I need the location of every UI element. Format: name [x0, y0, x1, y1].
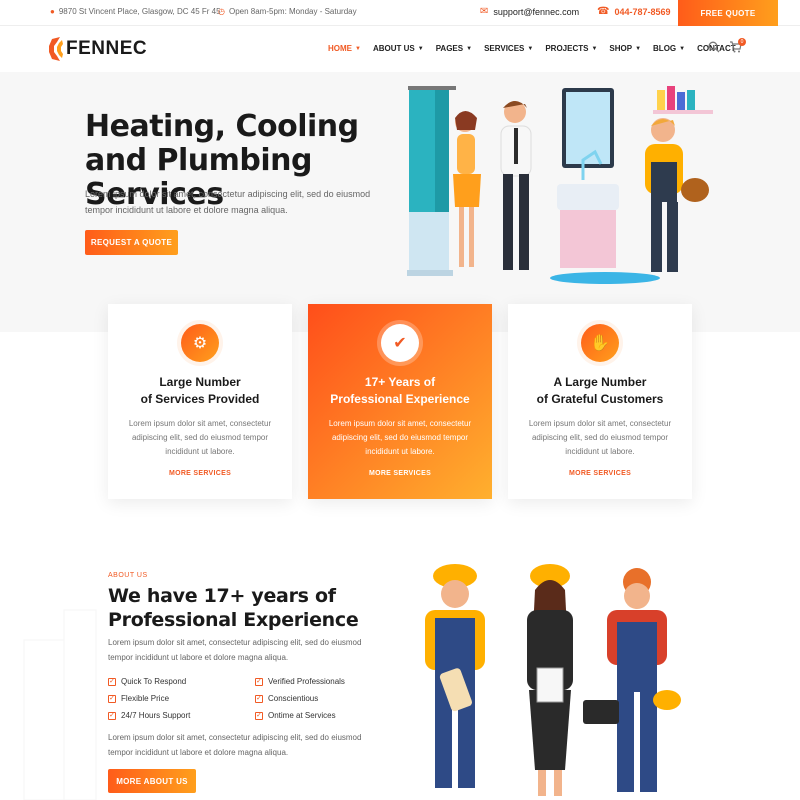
card-title-line: of Services Provided: [140, 392, 260, 406]
menu-label: PROJECTS: [545, 44, 589, 53]
phone-text: 044-787-8569: [614, 6, 671, 17]
free-quote-button[interactable]: FREE QUOTE: [678, 0, 778, 26]
menu-item-blog[interactable]: BLOG ▼: [653, 44, 685, 53]
menu-item-about[interactable]: ABOUT US ▼: [373, 44, 424, 53]
menu-item-services[interactable]: SERVICES ▼: [484, 44, 533, 53]
menu-item-shop[interactable]: SHOP ▼: [609, 44, 641, 53]
about-text-1: Lorem ipsum dolor sit amet, consectetur …: [108, 638, 362, 662]
hero-section: Heating, Cooling and Plumbing Services L…: [0, 72, 800, 332]
menu-label: SHOP: [609, 44, 633, 53]
check-icon: ✓: [108, 694, 116, 703]
hero-text: Lorem ipsum dolor sit amet, consectetur …: [85, 189, 371, 215]
clock-icon: ◷: [218, 7, 225, 16]
about-tag: ABOUT US: [108, 572, 148, 579]
check-icon: ✓: [255, 711, 263, 720]
feature-item: ✓ Ontime at Services: [255, 711, 336, 720]
chevron-down-icon: ▼: [679, 45, 686, 52]
logo-text: FENNEC: [66, 38, 148, 59]
phone-icon: ☎: [597, 6, 610, 17]
menu-label: HOME: [328, 44, 352, 53]
address-info: ● 9870 St Vincent Place, Glasgow, DC 45 …: [50, 7, 221, 16]
feature-label: Quick To Respond: [121, 677, 187, 686]
main-nav: FENNEC HOME ▼ ABOUT US ▼ PAGES ▼ SERVICES ▼ …: [0, 26, 800, 72]
card-title: A Large Number of Grateful Customers: [518, 374, 682, 408]
check-icon: ✓: [255, 677, 263, 686]
building-background-icon: [23, 609, 97, 800]
feature-item: ✓ Flexible Price: [108, 694, 169, 703]
card-title-line: Professional Experience: [330, 392, 470, 406]
menu-label: ABOUT US: [372, 44, 415, 53]
feature-label: Verified Professionals: [268, 677, 345, 686]
card-text: Lorem ipsum dolor sit amet, consectetur …: [128, 419, 272, 456]
feature-item: ✓ Quick To Respond: [108, 677, 186, 686]
workers-illustration: [425, 564, 681, 796]
gear-icon: ⚙: [181, 324, 219, 362]
certificate-icon: ✔: [381, 324, 419, 362]
hours-info: ◷ Open 8am-5pm: Monday - Saturday: [218, 7, 357, 16]
feature-label: 24/7 Hours Support: [121, 711, 191, 720]
search-icon[interactable]: [708, 41, 720, 53]
more-about-us-button[interactable]: MORE ABOUT US: [108, 769, 196, 793]
about-text-2: Lorem ipsum dolor sit amet, consectetur …: [108, 733, 362, 757]
more-services-link[interactable]: MORE SERVICES: [508, 470, 692, 477]
card-title: Large Number of Services Provided: [118, 374, 282, 408]
hours-text: Open 8am-5pm: Monday - Saturday: [228, 7, 357, 16]
hero-illustration: [407, 86, 713, 284]
chevron-down-icon: ▼: [527, 45, 534, 52]
check-icon: ✓: [108, 711, 116, 720]
top-bar: ● 9870 St Vincent Place, Glasgow, DC 45 …: [0, 0, 800, 26]
logo-gear-icon: [49, 37, 63, 61]
about-title: We have 17+ years of Professional Experie…: [108, 584, 388, 632]
feature-label: Flexible Price: [121, 694, 170, 703]
map-pin-icon: ●: [50, 7, 55, 16]
about-section: ABOUT US We have 17+ years of Professiona…: [0, 540, 800, 800]
card-text: Lorem ipsum dolor sit amet, consectetur …: [328, 419, 472, 456]
feature-card-services: ⚙ Large Number of Services Provided Lorem…: [108, 304, 292, 499]
email-link[interactable]: ✉ support@fennec.com: [480, 6, 579, 17]
card-text: Lorem ipsum dolor sit amet, consectetur …: [528, 419, 672, 456]
card-title-line: Large Number: [159, 375, 241, 389]
menu-label: BLOG: [653, 44, 677, 53]
feature-label: Conscientious: [268, 694, 319, 703]
feature-card-experience: ✔ 17+ Years of Professional Experience Lo…: [308, 304, 492, 499]
feature-item: ✓ Conscientious: [255, 694, 318, 703]
request-quote-button[interactable]: REQUEST A QUOTE: [85, 230, 178, 255]
logo[interactable]: FENNEC: [48, 36, 147, 62]
feature-item: ✓ 24/7 Hours Support: [108, 711, 190, 720]
feature-item: ✓ Verified Professionals: [255, 677, 345, 686]
menu-label: SERVICES: [484, 44, 525, 53]
card-title-line: A Large Number: [553, 375, 647, 389]
handshake-icon: ✋: [581, 324, 619, 362]
menu-item-home[interactable]: HOME ▼: [328, 44, 361, 53]
chevron-down-icon: ▼: [355, 45, 361, 52]
feature-card-customers: ✋ A Large Number of Grateful Customers Lo…: [508, 304, 692, 499]
check-icon: ✓: [108, 677, 116, 686]
mail-icon: ✉: [480, 6, 489, 17]
menu-label: PAGES: [435, 44, 464, 53]
about-title-line: Professional Experience: [108, 609, 359, 631]
check-icon: ✓: [255, 694, 263, 703]
feature-label: Ontime at Services: [268, 711, 336, 720]
chevron-down-icon: ▼: [635, 45, 642, 52]
card-title-line: 17+ Years of: [364, 375, 436, 389]
address-text: 9870 St Vincent Place, Glasgow, DC 45 Fr…: [58, 7, 221, 16]
card-title-line: of Grateful Customers: [536, 392, 664, 406]
chevron-down-icon: ▼: [591, 45, 598, 52]
phone-link[interactable]: ☎ 044-787-8569: [597, 6, 671, 17]
about-title-line: We have 17+ years of: [108, 585, 336, 607]
cart-count-badge: 0: [738, 38, 746, 46]
chevron-down-icon: ▼: [466, 45, 473, 52]
more-services-link[interactable]: MORE SERVICES: [108, 470, 292, 477]
email-text: support@fennec.com: [493, 6, 580, 17]
card-title: 17+ Years of Professional Experience: [318, 374, 482, 408]
more-services-link[interactable]: MORE SERVICES: [308, 470, 492, 477]
menu-item-projects[interactable]: PROJECTS ▼: [545, 44, 597, 53]
chevron-down-icon: ▼: [417, 45, 424, 52]
menu-item-pages[interactable]: PAGES ▼: [436, 44, 472, 53]
menu: HOME ▼ ABOUT US ▼ PAGES ▼ SERVICES ▼ PROJECT…: [328, 44, 736, 53]
